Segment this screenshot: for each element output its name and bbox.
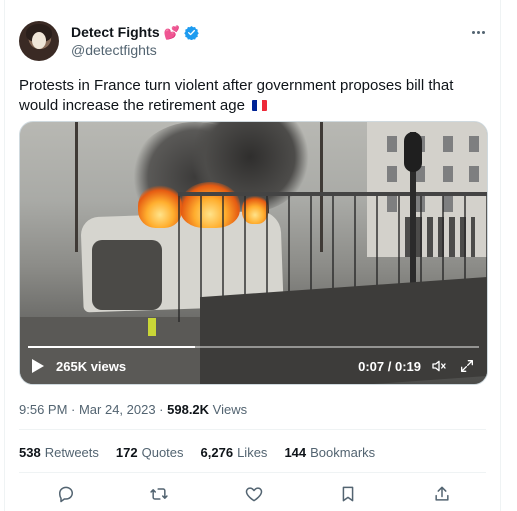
video-player[interactable]: 265K views 0:07 / 0:19: [19, 121, 488, 385]
tweet-text: Protests in France turn violent after go…: [19, 76, 489, 116]
likes-stat[interactable]: 6,276 Likes: [201, 445, 268, 460]
play-icon[interactable]: [32, 359, 44, 373]
share-icon[interactable]: [432, 484, 452, 504]
tweet-body: Protests in France turn violent after go…: [19, 77, 454, 114]
engagement-stats: 538 Retweets 172 Quotes 6,276 Likes 144 Book…: [19, 445, 375, 460]
volume-muted-icon[interactable]: [431, 358, 447, 374]
verified-badge-icon: [184, 25, 199, 40]
author-name-row: Detect Fights 💕: [71, 24, 199, 40]
author-handle[interactable]: @detectfights: [71, 42, 157, 58]
tweet-card: Detect Fights 💕 @detectfights Protests i…: [4, 0, 501, 511]
divider: [19, 429, 486, 430]
video-progress-fill: [28, 346, 195, 348]
tweet-meta: 9:56 PM · Mar 24, 2023 · 598.2K Views: [19, 402, 247, 417]
two-hearts-icon: 💕: [163, 24, 180, 40]
tweet-views-count: 598.2K: [167, 402, 210, 417]
quotes-stat[interactable]: 172 Quotes: [116, 445, 184, 460]
video-views: 265K views: [56, 359, 127, 374]
france-flag-icon: [252, 100, 268, 111]
action-bar: [5, 484, 500, 506]
bookmarks-stat[interactable]: 144 Bookmarks: [284, 445, 375, 460]
author-display-name[interactable]: Detect Fights: [71, 24, 160, 40]
divider: [19, 472, 486, 473]
video-time: 0:07 / 0:19: [358, 359, 421, 374]
tweet-views-label: Views: [209, 402, 248, 417]
avatar[interactable]: [19, 21, 59, 61]
video-progress-bar[interactable]: [28, 346, 479, 348]
like-icon[interactable]: [244, 484, 264, 504]
bookmark-icon[interactable]: [338, 484, 358, 504]
retweets-stat[interactable]: 538 Retweets: [19, 445, 99, 460]
fullscreen-icon[interactable]: [459, 358, 475, 374]
tweet-timestamp[interactable]: 9:56 PM · Mar 24, 2023 ·: [19, 402, 167, 417]
reply-icon[interactable]: [56, 484, 76, 504]
more-options-icon[interactable]: [468, 24, 488, 40]
retweet-icon[interactable]: [149, 484, 169, 504]
